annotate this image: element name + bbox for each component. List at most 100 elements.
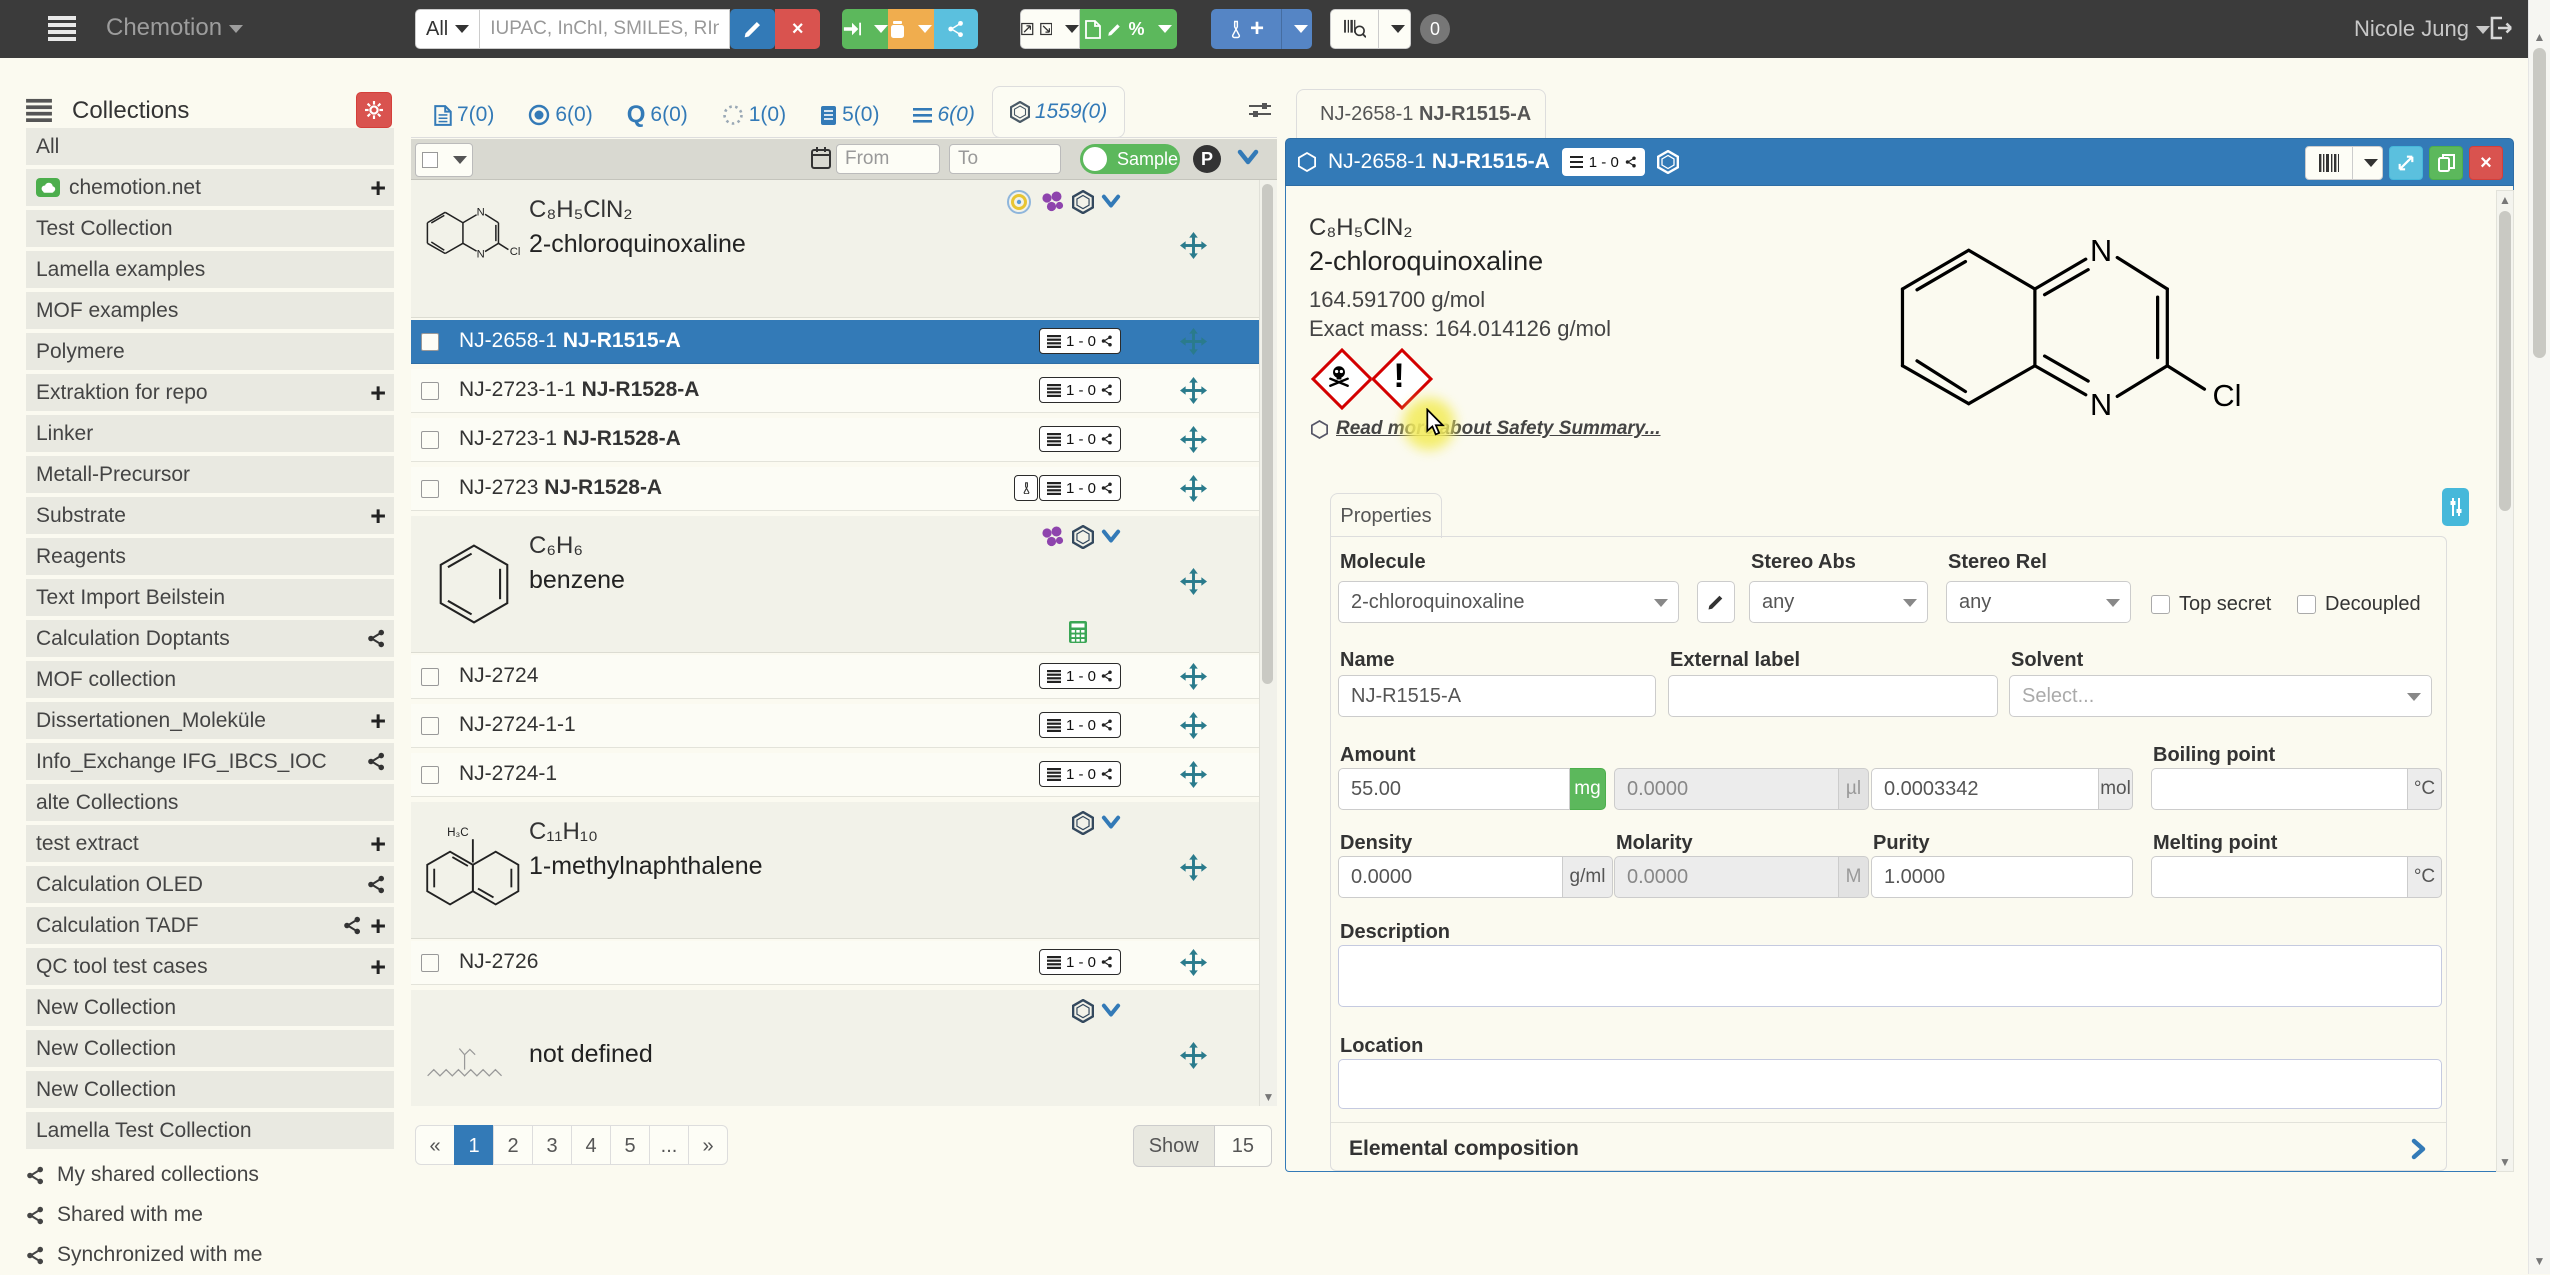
sidebar-collection-item[interactable]: Lamella examples bbox=[26, 251, 394, 288]
sidebar-collection-item[interactable]: All bbox=[26, 128, 394, 165]
select-all-checkbox[interactable] bbox=[422, 152, 438, 168]
solvent-select[interactable]: Select... bbox=[2009, 675, 2432, 717]
safety-summary-link[interactable]: Read more about Safety Summary... bbox=[1311, 418, 1661, 440]
scroll-down-arrow[interactable]: ▼ bbox=[2497, 1155, 2513, 1169]
add-icon[interactable]: + bbox=[370, 916, 386, 936]
element-tab[interactable]: 5(0) bbox=[803, 93, 896, 137]
group-icons[interactable] bbox=[1072, 811, 1121, 835]
analyses-badge[interactable]: 1 - 0 bbox=[1039, 426, 1121, 452]
page-number[interactable]: 3 bbox=[532, 1125, 572, 1165]
drag-move-icon[interactable] bbox=[1180, 761, 1207, 788]
print-options-dropdown[interactable] bbox=[2353, 146, 2383, 180]
scroll-down-arrow[interactable]: ▼ bbox=[2529, 1254, 2550, 1268]
location-textarea[interactable] bbox=[1338, 1059, 2442, 1109]
unit-mol-button[interactable]: mol bbox=[2099, 768, 2133, 810]
sidebar-collection-item[interactable]: Dissertationen_Moleküle+ bbox=[26, 702, 394, 739]
drag-move-icon[interactable] bbox=[1180, 854, 1207, 881]
add-icon[interactable]: + bbox=[370, 711, 386, 731]
row-checkbox[interactable] bbox=[421, 954, 439, 972]
tab-properties[interactable]: Properties bbox=[1330, 493, 1442, 538]
scrollbar-thumb[interactable] bbox=[1262, 184, 1273, 684]
add-icon[interactable]: + bbox=[370, 383, 386, 403]
search-scope-dropdown[interactable]: All bbox=[415, 9, 480, 49]
date-from-input[interactable] bbox=[836, 144, 940, 174]
analyses-badge[interactable]: 1 - 0 bbox=[1039, 663, 1121, 689]
edit-molecule-button[interactable] bbox=[1697, 581, 1735, 623]
stereo-abs-select[interactable]: any bbox=[1749, 581, 1928, 623]
share-collection-button[interactable] bbox=[367, 629, 386, 648]
analyses-badge[interactable]: 1 - 0 bbox=[1039, 377, 1121, 403]
row-checkbox[interactable] bbox=[421, 333, 439, 351]
app-brand-menu[interactable]: Chemotion bbox=[106, 14, 243, 42]
sidebar-shared-link[interactable]: Shared with me bbox=[26, 1195, 394, 1235]
sidebar-collection-item[interactable]: Lamella Test Collection bbox=[26, 1112, 394, 1149]
row-checkbox[interactable] bbox=[421, 480, 439, 498]
group-icons[interactable] bbox=[1006, 189, 1121, 215]
scan-tasks-button[interactable] bbox=[1020, 9, 1080, 49]
date-to-input[interactable] bbox=[949, 144, 1061, 174]
page-next[interactable]: » bbox=[688, 1125, 728, 1165]
copy-button[interactable] bbox=[2429, 146, 2463, 180]
decoupled-checkbox[interactable]: Decoupled bbox=[2297, 593, 2421, 616]
drag-move-icon[interactable] bbox=[1180, 475, 1207, 502]
add-sample-button[interactable]: + bbox=[1211, 9, 1281, 49]
drag-move-icon[interactable] bbox=[1180, 663, 1207, 690]
molecule-group-header[interactable]: C₆H₆benzene bbox=[411, 516, 1260, 653]
molecule-group-header[interactable]: H₃CC₁₁H₁₀1-methylnaphthalene bbox=[411, 802, 1260, 939]
drag-move-icon[interactable] bbox=[1180, 1042, 1207, 1069]
page-number[interactable]: 5 bbox=[610, 1125, 650, 1165]
molecule-select[interactable]: 2-chloroquinoxaline bbox=[1338, 581, 1679, 623]
scroll-down-arrow[interactable]: ▼ bbox=[1260, 1090, 1277, 1104]
detail-tab[interactable]: NJ-2658-1 NJ-R1515-A bbox=[1296, 89, 1546, 138]
top-secret-checkbox[interactable]: Top secret bbox=[2151, 593, 2271, 616]
close-detail-button[interactable]: × bbox=[2469, 146, 2503, 180]
manage-collections-button[interactable] bbox=[356, 92, 392, 128]
row-checkbox[interactable] bbox=[421, 766, 439, 784]
name-input[interactable] bbox=[1338, 675, 1656, 717]
scroll-up-arrow[interactable]: ▲ bbox=[2497, 193, 2513, 207]
sidebar-collection-item[interactable]: Text Import Beilstein bbox=[26, 579, 394, 616]
sample-row[interactable]: NJ-27261 - 0 bbox=[411, 941, 1260, 985]
sidebar-collection-item[interactable]: Calculation OLED bbox=[26, 866, 394, 903]
page-number[interactable]: 1 bbox=[454, 1125, 494, 1165]
select-all-dropdown[interactable] bbox=[415, 143, 473, 177]
sidebar-collection-item[interactable]: MOF collection bbox=[26, 661, 394, 698]
row-checkbox[interactable] bbox=[421, 382, 439, 400]
element-tab[interactable]: 1(0) bbox=[705, 93, 803, 137]
element-tab[interactable]: 6(0) bbox=[896, 93, 991, 137]
sidebar-collection-item[interactable]: Test Collection bbox=[26, 210, 394, 247]
sample-row[interactable]: NJ-2658-1 NJ-R1515-A1 - 0 bbox=[411, 320, 1260, 364]
sidebar-collection-item[interactable]: Metall-Precursor bbox=[26, 456, 394, 493]
group-icons[interactable] bbox=[1039, 525, 1121, 549]
sidebar-collection-item[interactable]: chemotion.net+ bbox=[26, 169, 394, 206]
sidebar-collection-item[interactable]: test extract+ bbox=[26, 825, 394, 862]
analyses-badge[interactable]: 1 - 0 bbox=[1039, 475, 1121, 501]
sample-row[interactable]: NJ-27241 - 0 bbox=[411, 655, 1260, 699]
row-checkbox[interactable] bbox=[421, 431, 439, 449]
import-button[interactable] bbox=[888, 9, 934, 49]
page-number[interactable]: 2 bbox=[493, 1125, 533, 1165]
add-icon[interactable]: + bbox=[370, 506, 386, 526]
add-icon[interactable]: + bbox=[370, 178, 386, 198]
search-input[interactable] bbox=[480, 9, 730, 49]
amount-mol-input[interactable] bbox=[1871, 768, 2099, 810]
add-icon[interactable]: + bbox=[370, 834, 386, 854]
sidebar-collection-item[interactable]: Calculation Doptants bbox=[26, 620, 394, 657]
filter-expand-button[interactable] bbox=[1237, 149, 1259, 167]
molecule-group-header[interactable]: not defined bbox=[411, 990, 1260, 1106]
description-textarea[interactable] bbox=[1338, 945, 2442, 1007]
sample-toggle[interactable]: Sample bbox=[1080, 144, 1180, 174]
add-icon[interactable]: + bbox=[370, 957, 386, 977]
page-number[interactable]: 4 bbox=[571, 1125, 611, 1165]
analyses-badge[interactable]: 1 - 0 bbox=[1562, 148, 1645, 176]
element-tab[interactable]: Q6(0) bbox=[610, 93, 705, 137]
structure-search-button[interactable] bbox=[730, 9, 775, 49]
sample-row[interactable]: NJ-2724-11 - 0 bbox=[411, 753, 1260, 797]
sidebar-collection-item[interactable]: New Collection bbox=[26, 1030, 394, 1067]
purity-input[interactable] bbox=[1871, 856, 2133, 898]
drag-move-icon[interactable] bbox=[1180, 949, 1207, 976]
boiling-point-input[interactable] bbox=[2151, 768, 2408, 810]
sample-row[interactable]: NJ-2723-1 NJ-R1528-A1 - 0 bbox=[411, 418, 1260, 462]
density-input[interactable] bbox=[1338, 856, 1563, 898]
share-collection-button[interactable] bbox=[343, 916, 362, 935]
